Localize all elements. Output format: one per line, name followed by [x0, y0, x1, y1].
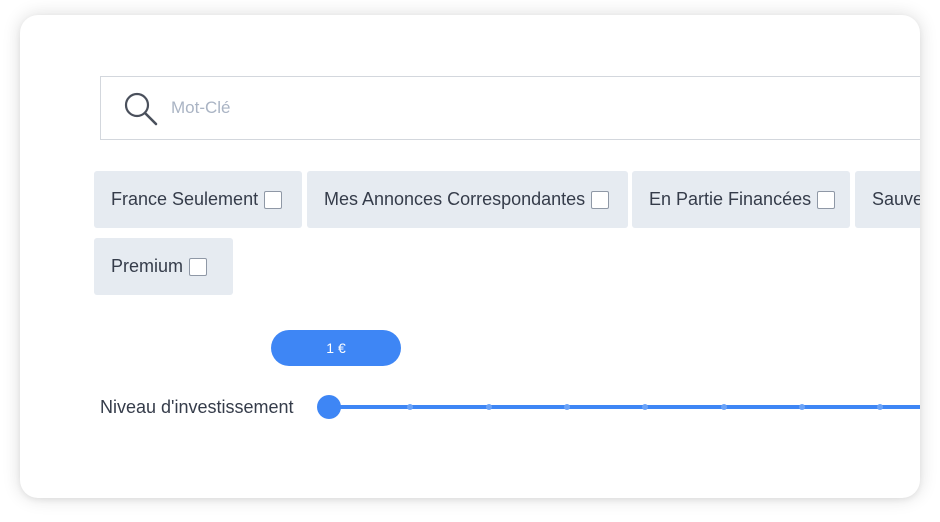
- filter-label: France Seulement: [111, 189, 259, 209]
- filter-label: En Partie Financées: [649, 189, 812, 209]
- filter-chip-premium[interactable]: Premium: [94, 238, 233, 295]
- investment-slider-label: Niveau d'investissement: [100, 397, 294, 417]
- investment-value-badge: 1 €: [271, 330, 401, 366]
- checkbox[interactable]: [189, 257, 208, 276]
- page: France Seulement Mes Annonces Correspond…: [0, 0, 940, 522]
- filter-label: Sauve: [872, 189, 920, 209]
- checkbox[interactable]: [817, 190, 836, 209]
- filter-chip-france-seulement[interactable]: France Seulement: [94, 171, 302, 228]
- checkbox[interactable]: [591, 190, 610, 209]
- filter-chip-en-partie-financees[interactable]: En Partie Financées: [632, 171, 850, 228]
- slider-tick: [721, 404, 727, 410]
- checkbox[interactable]: [264, 190, 283, 209]
- slider-tick: [642, 404, 648, 410]
- slider-tick: [407, 404, 413, 410]
- search-input[interactable]: [171, 91, 871, 125]
- filter-label: Mes Annonces Correspondantes: [324, 189, 586, 209]
- investment-slider-track[interactable]: [329, 405, 920, 409]
- filter-panel: France Seulement Mes Annonces Correspond…: [20, 15, 920, 498]
- filter-label: Premium: [111, 256, 184, 276]
- filter-chip-mes-annonces[interactable]: Mes Annonces Correspondantes: [307, 171, 628, 228]
- slider-tick: [564, 404, 570, 410]
- search-bar[interactable]: [100, 76, 920, 140]
- investment-slider-handle[interactable]: [317, 395, 341, 419]
- filter-chip-sauve[interactable]: Sauve: [855, 171, 920, 228]
- search-icon: [122, 90, 160, 128]
- slider-tick: [486, 404, 492, 410]
- slider-tick: [877, 404, 883, 410]
- slider-tick: [799, 404, 805, 410]
